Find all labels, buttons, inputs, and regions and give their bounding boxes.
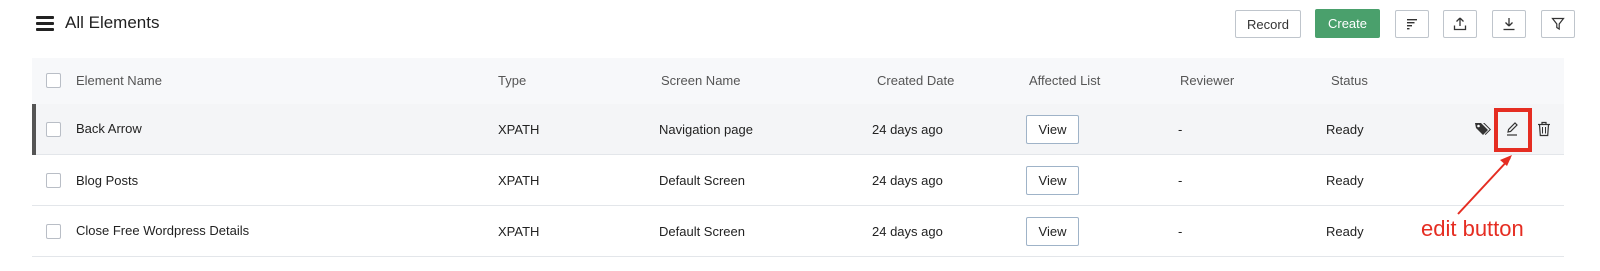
download-button[interactable]	[1492, 10, 1526, 38]
row-checkbox[interactable]	[46, 122, 61, 137]
row-checkbox[interactable]	[46, 224, 61, 239]
status: Ready	[1326, 173, 1364, 188]
top-bar: All Elements Record Create	[0, 0, 1600, 50]
table-header: Element Name Type Screen Name Created Da…	[32, 58, 1564, 104]
column-header[interactable]: Screen Name	[661, 73, 740, 88]
element-name[interactable]: Back Arrow	[76, 121, 142, 136]
column-header[interactable]: Affected List	[1029, 73, 1100, 88]
column-header[interactable]: Type	[498, 73, 526, 88]
filter-icon	[1551, 17, 1565, 31]
filter-button[interactable]	[1541, 10, 1575, 38]
tag-icon[interactable]	[1474, 121, 1492, 137]
affected-list-view-button[interactable]: View	[1026, 217, 1079, 246]
affected-list-view-button[interactable]: View	[1026, 166, 1079, 195]
column-header[interactable]: Reviewer	[1180, 73, 1234, 88]
screen-name: Default Screen	[659, 224, 745, 239]
element-type: XPATH	[498, 173, 540, 188]
create-button[interactable]: Create	[1315, 9, 1380, 38]
screen-name: Navigation page	[659, 122, 753, 137]
upload-icon	[1453, 17, 1467, 31]
annotation-label: edit button	[1421, 216, 1524, 241]
element-type: XPATH	[498, 224, 540, 239]
edit-button-highlight-box	[1494, 108, 1532, 152]
download-icon	[1503, 18, 1515, 31]
screen-name: Default Screen	[659, 173, 745, 188]
table-row[interactable]: Blog Posts XPATH Default Screen 24 days …	[32, 155, 1564, 206]
reviewer: -	[1178, 122, 1183, 137]
element-name[interactable]: Close Free Wordpress Details	[76, 223, 249, 238]
column-header[interactable]: Element Name	[76, 73, 162, 88]
created-date: 24 days ago	[872, 122, 943, 137]
element-name[interactable]: Blog Posts	[76, 173, 138, 188]
affected-list-view-button[interactable]: View	[1026, 115, 1079, 144]
record-button[interactable]: Record	[1235, 10, 1301, 38]
column-header[interactable]: Status	[1331, 73, 1368, 88]
reviewer: -	[1178, 173, 1183, 188]
trash-icon[interactable]	[1537, 121, 1551, 137]
column-header[interactable]: Created Date	[877, 73, 954, 88]
table-row[interactable]: Back Arrow XPATH Navigation page 24 days…	[32, 104, 1564, 155]
element-type: XPATH	[498, 122, 540, 137]
sort-button[interactable]	[1395, 10, 1429, 38]
menu-icon[interactable]	[36, 15, 54, 31]
row-checkbox[interactable]	[46, 173, 61, 188]
sort-icon	[1407, 19, 1417, 30]
reviewer: -	[1178, 224, 1183, 239]
page-title: All Elements	[65, 13, 160, 32]
status: Ready	[1326, 122, 1364, 137]
select-all-checkbox[interactable]	[46, 73, 61, 88]
table-row[interactable]: Close Free Wordpress Details XPATH Defau…	[32, 206, 1564, 257]
status: Ready	[1326, 224, 1364, 239]
created-date: 24 days ago	[872, 224, 943, 239]
upload-button[interactable]	[1443, 10, 1477, 38]
created-date: 24 days ago	[872, 173, 943, 188]
